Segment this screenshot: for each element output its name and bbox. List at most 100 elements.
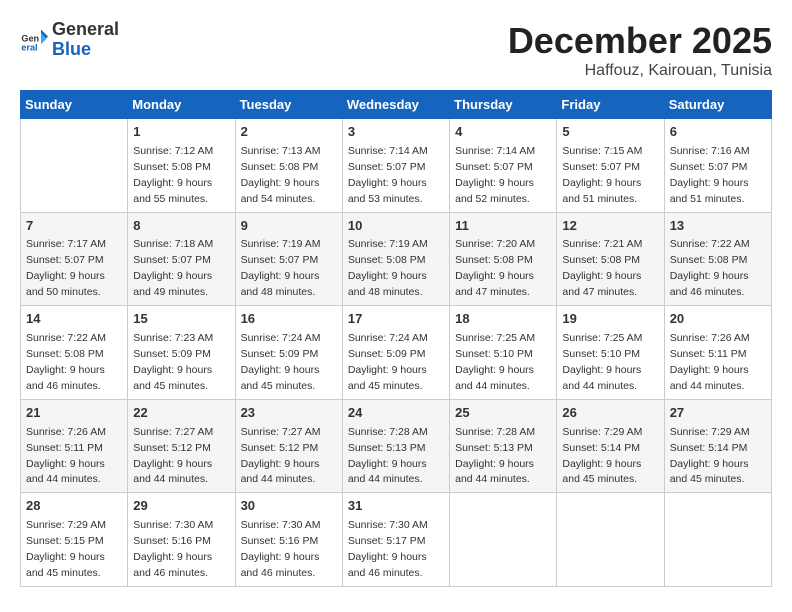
day-number: 31 — [348, 497, 444, 516]
calendar-cell: 9 Sunrise: 7:19 AMSunset: 5:07 PMDayligh… — [235, 212, 342, 306]
svg-text:eral: eral — [21, 42, 37, 52]
day-info: Sunrise: 7:27 AMSunset: 5:12 PMDaylight:… — [133, 426, 213, 486]
day-number: 20 — [670, 310, 766, 329]
day-number: 6 — [670, 123, 766, 142]
day-info: Sunrise: 7:26 AMSunset: 5:11 PMDaylight:… — [26, 426, 106, 486]
day-number: 25 — [455, 404, 551, 423]
calendar-cell: 25 Sunrise: 7:28 AMSunset: 5:13 PMDaylig… — [450, 399, 557, 493]
calendar-cell: 15 Sunrise: 7:23 AMSunset: 5:09 PMDaylig… — [128, 306, 235, 400]
day-number: 15 — [133, 310, 229, 329]
logo-general-text: General — [52, 20, 119, 40]
day-number: 26 — [562, 404, 658, 423]
day-number: 16 — [241, 310, 337, 329]
day-number: 4 — [455, 123, 551, 142]
month-year-title: December 2025 — [508, 20, 772, 62]
day-info: Sunrise: 7:13 AMSunset: 5:08 PMDaylight:… — [241, 145, 321, 205]
day-number: 12 — [562, 217, 658, 236]
week-row-2: 7 Sunrise: 7:17 AMSunset: 5:07 PMDayligh… — [21, 212, 772, 306]
day-info: Sunrise: 7:22 AMSunset: 5:08 PMDaylight:… — [26, 332, 106, 392]
calendar-cell: 11 Sunrise: 7:20 AMSunset: 5:08 PMDaylig… — [450, 212, 557, 306]
day-info: Sunrise: 7:12 AMSunset: 5:08 PMDaylight:… — [133, 145, 213, 205]
day-number: 3 — [348, 123, 444, 142]
day-info: Sunrise: 7:19 AMSunset: 5:08 PMDaylight:… — [348, 238, 428, 298]
calendar-body: 1 Sunrise: 7:12 AMSunset: 5:08 PMDayligh… — [21, 119, 772, 587]
day-number: 9 — [241, 217, 337, 236]
calendar-cell: 16 Sunrise: 7:24 AMSunset: 5:09 PMDaylig… — [235, 306, 342, 400]
calendar-cell: 31 Sunrise: 7:30 AMSunset: 5:17 PMDaylig… — [342, 493, 449, 587]
calendar-cell: 6 Sunrise: 7:16 AMSunset: 5:07 PMDayligh… — [664, 119, 771, 213]
day-number: 30 — [241, 497, 337, 516]
day-number: 2 — [241, 123, 337, 142]
day-info: Sunrise: 7:24 AMSunset: 5:09 PMDaylight:… — [241, 332, 321, 392]
day-info: Sunrise: 7:30 AMSunset: 5:16 PMDaylight:… — [133, 519, 213, 579]
calendar-cell — [664, 493, 771, 587]
calendar-cell: 10 Sunrise: 7:19 AMSunset: 5:08 PMDaylig… — [342, 212, 449, 306]
week-row-3: 14 Sunrise: 7:22 AMSunset: 5:08 PMDaylig… — [21, 306, 772, 400]
day-info: Sunrise: 7:29 AMSunset: 5:14 PMDaylight:… — [562, 426, 642, 486]
calendar-cell — [21, 119, 128, 213]
calendar-cell: 18 Sunrise: 7:25 AMSunset: 5:10 PMDaylig… — [450, 306, 557, 400]
day-info: Sunrise: 7:24 AMSunset: 5:09 PMDaylight:… — [348, 332, 428, 392]
day-info: Sunrise: 7:30 AMSunset: 5:16 PMDaylight:… — [241, 519, 321, 579]
calendar-cell: 19 Sunrise: 7:25 AMSunset: 5:10 PMDaylig… — [557, 306, 664, 400]
day-info: Sunrise: 7:29 AMSunset: 5:15 PMDaylight:… — [26, 519, 106, 579]
day-number: 19 — [562, 310, 658, 329]
day-number: 21 — [26, 404, 122, 423]
calendar-cell: 27 Sunrise: 7:29 AMSunset: 5:14 PMDaylig… — [664, 399, 771, 493]
calendar-cell: 7 Sunrise: 7:17 AMSunset: 5:07 PMDayligh… — [21, 212, 128, 306]
day-number: 22 — [133, 404, 229, 423]
header-day-thursday: Thursday — [450, 91, 557, 119]
day-number: 1 — [133, 123, 229, 142]
day-info: Sunrise: 7:19 AMSunset: 5:07 PMDaylight:… — [241, 238, 321, 298]
logo-blue-text: Blue — [52, 40, 119, 60]
calendar-cell: 20 Sunrise: 7:26 AMSunset: 5:11 PMDaylig… — [664, 306, 771, 400]
day-info: Sunrise: 7:14 AMSunset: 5:07 PMDaylight:… — [455, 145, 535, 205]
calendar-cell: 12 Sunrise: 7:21 AMSunset: 5:08 PMDaylig… — [557, 212, 664, 306]
calendar-header: SundayMondayTuesdayWednesdayThursdayFrid… — [21, 91, 772, 119]
header-day-wednesday: Wednesday — [342, 91, 449, 119]
calendar-cell: 24 Sunrise: 7:28 AMSunset: 5:13 PMDaylig… — [342, 399, 449, 493]
header-day-tuesday: Tuesday — [235, 91, 342, 119]
header-day-friday: Friday — [557, 91, 664, 119]
calendar-cell: 26 Sunrise: 7:29 AMSunset: 5:14 PMDaylig… — [557, 399, 664, 493]
day-info: Sunrise: 7:25 AMSunset: 5:10 PMDaylight:… — [455, 332, 535, 392]
day-info: Sunrise: 7:28 AMSunset: 5:13 PMDaylight:… — [455, 426, 535, 486]
calendar-cell: 2 Sunrise: 7:13 AMSunset: 5:08 PMDayligh… — [235, 119, 342, 213]
week-row-4: 21 Sunrise: 7:26 AMSunset: 5:11 PMDaylig… — [21, 399, 772, 493]
day-info: Sunrise: 7:15 AMSunset: 5:07 PMDaylight:… — [562, 145, 642, 205]
day-info: Sunrise: 7:17 AMSunset: 5:07 PMDaylight:… — [26, 238, 106, 298]
day-info: Sunrise: 7:18 AMSunset: 5:07 PMDaylight:… — [133, 238, 213, 298]
day-number: 7 — [26, 217, 122, 236]
calendar-cell: 22 Sunrise: 7:27 AMSunset: 5:12 PMDaylig… — [128, 399, 235, 493]
page-header: Gen eral General Blue December 2025 Haff… — [20, 20, 772, 80]
calendar-table: SundayMondayTuesdayWednesdayThursdayFrid… — [20, 90, 772, 587]
day-info: Sunrise: 7:26 AMSunset: 5:11 PMDaylight:… — [670, 332, 750, 392]
calendar-cell — [557, 493, 664, 587]
calendar-cell: 28 Sunrise: 7:29 AMSunset: 5:15 PMDaylig… — [21, 493, 128, 587]
day-number: 27 — [670, 404, 766, 423]
calendar-cell: 30 Sunrise: 7:30 AMSunset: 5:16 PMDaylig… — [235, 493, 342, 587]
calendar-cell: 13 Sunrise: 7:22 AMSunset: 5:08 PMDaylig… — [664, 212, 771, 306]
calendar-cell: 3 Sunrise: 7:14 AMSunset: 5:07 PMDayligh… — [342, 119, 449, 213]
day-number: 24 — [348, 404, 444, 423]
day-info: Sunrise: 7:14 AMSunset: 5:07 PMDaylight:… — [348, 145, 428, 205]
calendar-cell — [450, 493, 557, 587]
header-row: SundayMondayTuesdayWednesdayThursdayFrid… — [21, 91, 772, 119]
day-number: 13 — [670, 217, 766, 236]
title-block: December 2025 Haffouz, Kairouan, Tunisia — [508, 20, 772, 80]
location-subtitle: Haffouz, Kairouan, Tunisia — [508, 62, 772, 80]
day-info: Sunrise: 7:21 AMSunset: 5:08 PMDaylight:… — [562, 238, 642, 298]
day-number: 18 — [455, 310, 551, 329]
calendar-cell: 17 Sunrise: 7:24 AMSunset: 5:09 PMDaylig… — [342, 306, 449, 400]
day-info: Sunrise: 7:23 AMSunset: 5:09 PMDaylight:… — [133, 332, 213, 392]
day-info: Sunrise: 7:29 AMSunset: 5:14 PMDaylight:… — [670, 426, 750, 486]
day-number: 11 — [455, 217, 551, 236]
header-day-sunday: Sunday — [21, 91, 128, 119]
day-info: Sunrise: 7:20 AMSunset: 5:08 PMDaylight:… — [455, 238, 535, 298]
day-number: 10 — [348, 217, 444, 236]
day-number: 28 — [26, 497, 122, 516]
day-info: Sunrise: 7:25 AMSunset: 5:10 PMDaylight:… — [562, 332, 642, 392]
day-number: 17 — [348, 310, 444, 329]
calendar-cell: 21 Sunrise: 7:26 AMSunset: 5:11 PMDaylig… — [21, 399, 128, 493]
day-info: Sunrise: 7:27 AMSunset: 5:12 PMDaylight:… — [241, 426, 321, 486]
